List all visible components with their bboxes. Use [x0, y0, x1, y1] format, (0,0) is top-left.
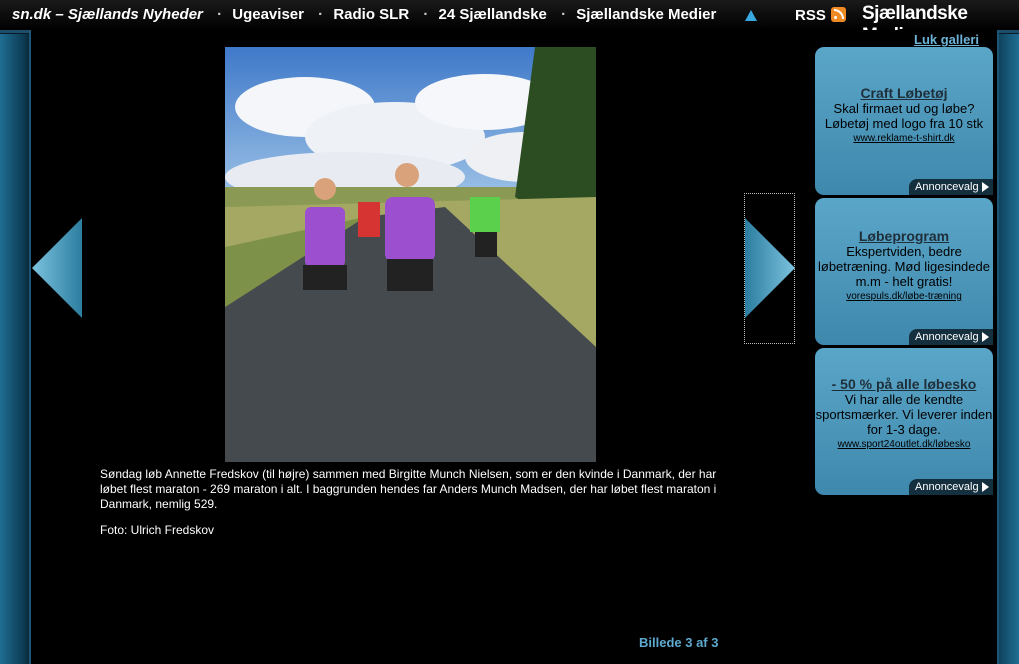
ad-url[interactable]: www.reklame-t-shirt.dk: [815, 133, 993, 144]
warning-icon[interactable]: [745, 10, 757, 21]
previous-image-button[interactable]: [32, 218, 82, 318]
chevron-right-icon: [745, 218, 795, 318]
ad-title[interactable]: - 50 % på alle løbesko: [815, 376, 993, 392]
rss-icon[interactable]: [831, 7, 846, 22]
ad-block[interactable]: Craft Løbetøj Skal firmaet ud og løbe? L…: [815, 47, 993, 195]
ad-text: Skal firmaet ud og løbe? Løbetøj med log…: [824, 101, 984, 131]
nav-link-sn[interactable]: sn.dk – Sjællands Nyheder: [12, 6, 203, 23]
nav-link-radio-slr[interactable]: Radio SLR: [333, 6, 409, 23]
ad-choices-button[interactable]: Annoncevalg: [909, 329, 993, 345]
close-gallery-link[interactable]: Luk galleri: [914, 32, 979, 47]
nav-link-sjaellandske-medier[interactable]: Sjællandske Medier: [576, 6, 716, 23]
ad-text: Ekspertviden, bedre løbetræning. Mød lig…: [818, 244, 990, 289]
ad-title[interactable]: Craft Løbetøj: [815, 85, 993, 101]
nav-link-ugeaviser[interactable]: Ugeaviser: [232, 6, 304, 23]
image-counter: Billede 3 af 3: [639, 635, 719, 650]
ad-choices-label: Annoncevalg: [915, 181, 979, 193]
next-image-button[interactable]: [744, 193, 795, 344]
ad-choices-label: Annoncevalg: [915, 331, 979, 343]
ad-choices-icon: [982, 182, 989, 192]
gallery-photo: [225, 47, 596, 462]
photo-caption: Søndag løb Annette Fredskov (til højre) …: [100, 467, 717, 511]
nav-link-24-sjaellandske[interactable]: 24 Sjællandske: [439, 6, 547, 23]
ad-text: Vi har alle de kendte sportsmærker. Vi l…: [815, 392, 993, 437]
ad-choices-label: Annoncevalg: [915, 481, 979, 493]
rss-label[interactable]: RSS: [795, 7, 826, 24]
ad-choices-button[interactable]: Annoncevalg: [909, 479, 993, 495]
ad-url[interactable]: www.sport24outlet.dk/løbesko: [815, 439, 993, 450]
top-navigation: sn.dk – Sjællands Nyheder · Ugeaviser · …: [0, 0, 1019, 46]
ad-title[interactable]: Løbeprogram: [815, 228, 993, 244]
photo-credit: Foto: Ulrich Fredskov: [100, 523, 215, 537]
nav-separator: ·: [217, 6, 223, 23]
ad-choices-icon: [982, 332, 989, 342]
chevron-left-icon: [32, 218, 82, 318]
nav-separator: ·: [423, 6, 429, 23]
ad-block[interactable]: - 50 % på alle løbesko Vi har alle de ke…: [815, 348, 993, 495]
ad-choices-button[interactable]: Annoncevalg: [909, 179, 993, 195]
ad-choices-icon: [982, 482, 989, 492]
nav-separator: ·: [318, 6, 324, 23]
nav-separator: ·: [561, 6, 567, 23]
nav-links: sn.dk – Sjællands Nyheder · Ugeaviser · …: [12, 6, 722, 23]
ad-url[interactable]: vorespuls.dk/løbe-træning: [815, 291, 993, 302]
ad-block[interactable]: Løbeprogram Ekspertviden, bedre løbetræn…: [815, 198, 993, 345]
